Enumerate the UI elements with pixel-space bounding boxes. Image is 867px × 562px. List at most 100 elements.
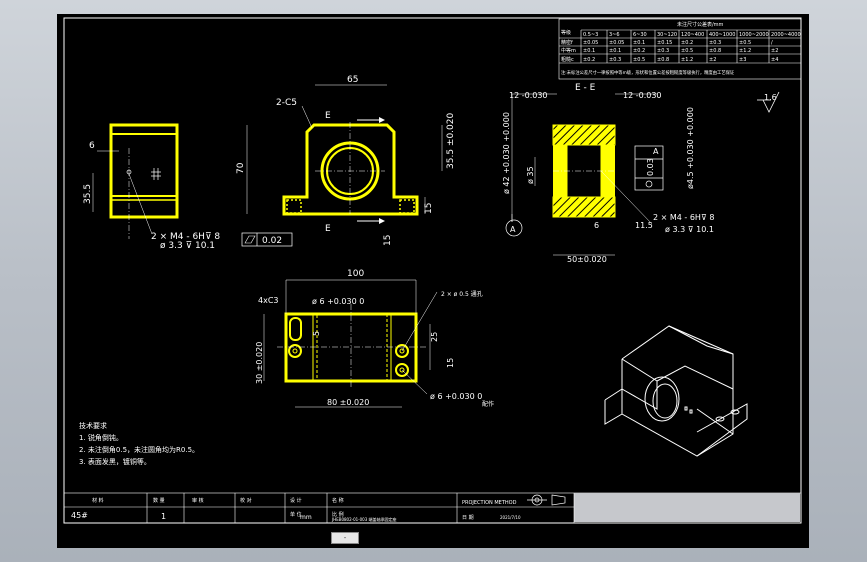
front-dim-15b: 15 <box>383 235 393 246</box>
tolerance-row-header: 等级 <box>561 29 571 36</box>
range-2: 6~30 <box>633 32 647 38</box>
section-dim-12-right: 12 -0.030 <box>623 91 662 100</box>
cell: ±3 <box>739 57 746 63</box>
tech-req-title: 技术要求 <box>79 421 107 430</box>
tb-drawing-no: JHEB0802-01-003 端盖轴承固定座 <box>331 516 397 522</box>
tb-designer-label: 设 计 <box>290 497 302 504</box>
cell: ±0.2 <box>583 57 595 63</box>
left-dim-35-5: 35.5 <box>83 184 93 204</box>
cell: ±0.5 <box>681 48 693 54</box>
top-dim-15: 15 <box>446 358 455 368</box>
datum-a: A <box>510 225 516 234</box>
top-chamfer: 4xC3 <box>258 296 279 305</box>
cell: ±0.3 <box>609 57 621 63</box>
range-5: 400~1000 <box>709 32 735 38</box>
tb-material: 45# <box>71 511 88 520</box>
tb-checked-label: 校 对 <box>240 497 252 504</box>
section-dim-phi4-5: ø4.5 +0.030 +0.000 <box>686 107 695 189</box>
section-dim-phi42: ø 42 +0.030 +0.000 <box>502 112 511 194</box>
cell: ±0.2 <box>633 48 645 54</box>
tb-material-label: 材 料 <box>92 497 104 504</box>
section-hole-note-1: 2 × M4 - 6H⊽ 8 <box>653 213 714 222</box>
range-4: 120~400 <box>681 32 704 38</box>
cad-drawing: 未注尺寸公差表/mm 等级 0.5~3 3~6 6~30 30~120 120~… <box>63 17 802 524</box>
left-view <box>92 123 179 239</box>
projection-symbol <box>527 494 566 506</box>
tb-quantity-label: 数 量 <box>153 497 165 504</box>
top-dim-80: 80 ±0.020 <box>327 398 369 407</box>
section-mark-top: E <box>325 111 331 121</box>
row-1-grade: 中等m <box>561 47 576 54</box>
concentricity-datum: A <box>653 147 659 156</box>
cell: ±0.15 <box>657 40 672 46</box>
tech-req-item: 1. 锐角倒钝。 <box>79 433 123 442</box>
cell: ±0.2 <box>681 40 693 46</box>
front-chamfer: 2-C5 <box>276 98 297 108</box>
top-dim-phi6-top: ø 6 +0.030 0 <box>312 297 364 306</box>
section-dim-12-left: 12 -0.030 <box>509 91 548 100</box>
tb-quantity: 1 <box>161 512 166 521</box>
section-dim-phi35: ø 35 <box>526 166 535 184</box>
flatness-value: 0.02 <box>262 236 282 246</box>
top-dim-25: 25 <box>430 332 439 342</box>
cell: ±0.5 <box>633 57 645 63</box>
cell: ±0.8 <box>657 57 669 63</box>
tolerance-table-title: 未注尺寸公差表/mm <box>677 21 724 28</box>
cell: ±4 <box>771 57 778 63</box>
concentricity-value: 0.03 <box>646 158 655 176</box>
flatness-frame: 0.02 <box>241 232 293 247</box>
left-hole-note-2: ø 3.3 ⊽ 10.1 <box>160 241 215 251</box>
cell: ±0.3 <box>657 48 669 54</box>
tolerance-table <box>558 18 802 80</box>
cell: ±0.1 <box>583 48 595 54</box>
cell: ±0.1 <box>609 48 621 54</box>
top-dim-100: 100 <box>347 269 364 279</box>
cell: ±0.3 <box>709 40 721 46</box>
tb-date-label: 日 期 <box>462 515 474 521</box>
top-note-match: 配作 <box>482 400 494 408</box>
tolerance-note: 注:未标注公差尺寸一律按照中等m级，形状和位置公差按粗糙度等级执行，精度由工艺保… <box>561 69 735 76</box>
drawing-sheet: 未注尺寸公差表/mm 等级 0.5~3 3~6 6~30 30~120 120~… <box>57 14 809 548</box>
cell: / <box>771 40 773 46</box>
cell: ±0.05 <box>609 40 624 46</box>
top-dim-phi6-bottom: ø 6 +0.030 0 <box>430 392 482 401</box>
range-1: 3~6 <box>609 32 620 38</box>
top-note-through: 2 × ø 0.5 通孔 <box>441 290 483 298</box>
title-block <box>63 492 802 524</box>
front-dim-65: 65 <box>347 75 358 85</box>
tb-unit: mm <box>300 514 312 521</box>
cell: ±0.1 <box>633 40 645 46</box>
left-dim-6: 6 <box>89 141 95 151</box>
roughness-value: 1.6 <box>764 93 777 102</box>
cell: ±0.05 <box>583 40 598 46</box>
section-dim-11-5: 11.5 <box>635 221 653 230</box>
cell: ±2 <box>709 57 716 63</box>
range-7: 2000~4000 <box>771 32 801 38</box>
range-3: 30~120 <box>657 32 677 38</box>
status-button[interactable]: - <box>331 532 359 544</box>
tb-name-label: 名 称 <box>332 497 344 504</box>
front-dim-35-5: 35.5 ±0.020 <box>446 113 456 169</box>
section-mark-bottom: E <box>325 224 331 234</box>
row-0-grade: 精密f <box>561 39 573 46</box>
range-0: 0.5~3 <box>583 32 598 38</box>
cell: ±1.2 <box>681 57 693 63</box>
cell: ±2 <box>771 48 778 54</box>
range-6: 1000~2000 <box>739 32 769 38</box>
section-dim-50: 50±0.020 <box>567 255 607 264</box>
front-dim-70: 70 <box>236 162 246 174</box>
tech-req-item: 2. 未注倒角0.5，未注圆角均为R0.5。 <box>79 445 199 454</box>
cell: ±0.5 <box>739 40 751 46</box>
tb-date: 2021/7/10 <box>500 515 521 520</box>
top-dim-5: 5 <box>312 331 321 336</box>
top-dim-30: 30 ±0.020 <box>255 342 264 384</box>
isometric-view <box>604 325 748 457</box>
tech-req-item: 3. 表面发黑，镀铜等。 <box>79 457 151 466</box>
row-2-grade: 粗糙c <box>561 56 574 63</box>
tb-projection-label: PROJECTION METHOD <box>462 500 517 506</box>
section-hole-note-2: ø 3.3 ⊽ 10.1 <box>665 225 714 234</box>
front-dim-15a: 15 <box>424 203 434 214</box>
cell: ±0.8 <box>709 48 721 54</box>
tb-approved-label: 审 核 <box>192 497 204 504</box>
section-dim-6: 6 <box>594 221 599 230</box>
